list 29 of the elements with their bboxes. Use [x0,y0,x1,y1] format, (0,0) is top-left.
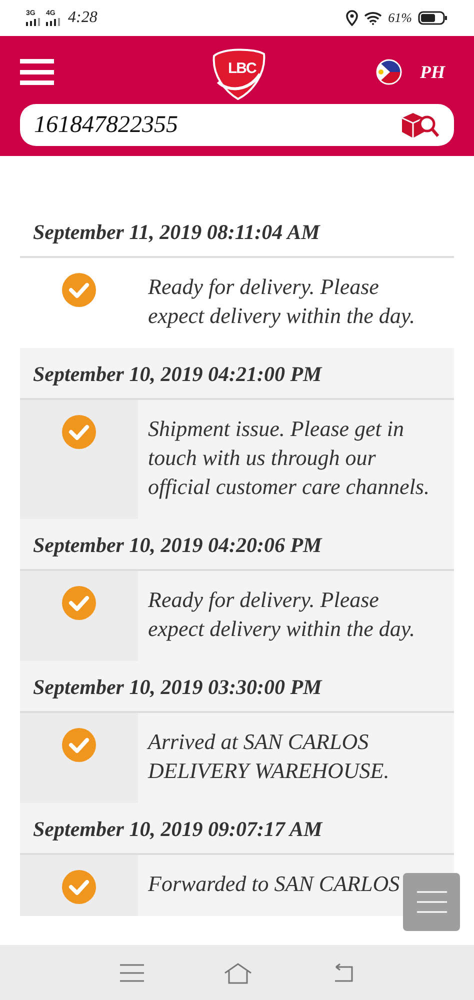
battery-level: 61% [388,10,412,26]
package-search-icon[interactable] [400,110,440,140]
event-status: Forwarded to SAN CARLOS [147,870,400,898]
check-circle-icon [61,414,97,450]
event-status: Ready for delivery. Please expect delivery within the day. [147,273,416,330]
home-icon[interactable] [224,962,252,984]
clock: 4:28 [68,9,98,27]
check-circle-icon [61,272,97,308]
menu-icon[interactable] [20,59,54,85]
event-status: Ready for delivery. Please expect delivery within the day. [147,586,416,643]
battery-icon [418,11,448,25]
back-icon[interactable] [332,962,354,982]
check-circle-icon [61,585,97,621]
signal-icon [26,18,40,26]
flag-icon[interactable] [376,59,402,85]
country-code[interactable]: PH [420,62,454,82]
tracking-number-field[interactable]: 161847822355 [20,104,454,146]
menu-icon[interactable] [120,964,144,982]
location-icon [346,10,358,26]
event-status: Shipment issue. Please get in touch with us through our official customer care channels. [147,415,430,501]
menu-icon [416,891,446,913]
floating-menu-button[interactable] [403,873,460,931]
event-date: September 11, 2019 08:11:04 AM [20,206,454,258]
signal-icon [46,18,60,26]
logo-text: LBC [228,61,256,76]
event-status: Arrived at SAN CARLOS DELIVERY WAREHOUSE. [146,728,390,785]
check-circle-icon [61,869,97,905]
wifi-icon [364,11,382,25]
check-circle-icon [61,727,97,763]
